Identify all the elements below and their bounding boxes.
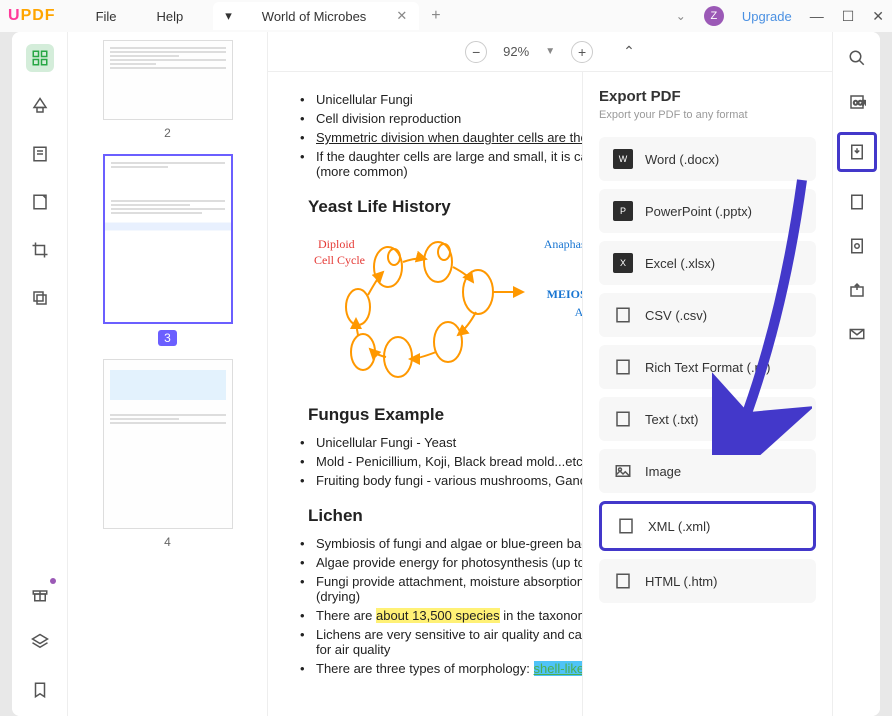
layers-icon[interactable]	[26, 628, 54, 656]
content-toolbar: − 92% ▼ + ⌃	[268, 32, 832, 72]
right-toolbar: OCR	[832, 32, 880, 716]
svg-text:OCR: OCR	[853, 101, 866, 107]
thumbnail-label: 4	[164, 535, 171, 549]
main-area: 2 3 4 − 92% ▼ + ⌃ Unicellular Fungi Cell…	[12, 32, 880, 716]
close-window-icon[interactable]: ✕	[872, 8, 884, 25]
crop-tool-icon[interactable]	[26, 236, 54, 264]
titlebar: UPDF File Help ▾ World of Microbes ✕ + ⌄…	[0, 0, 892, 32]
app-logo: UPDF	[8, 7, 56, 25]
export-tool-icon[interactable]	[837, 132, 877, 172]
upgrade-link[interactable]: Upgrade	[742, 9, 792, 24]
zoom-in-button[interactable]: +	[571, 41, 593, 63]
left-toolbar	[12, 32, 68, 716]
close-icon[interactable]: ✕	[396, 8, 407, 24]
compress-icon[interactable]	[843, 232, 871, 260]
page-tool-icon[interactable]	[26, 188, 54, 216]
thumbnails-panel: 2 3 4	[68, 32, 268, 716]
yeast-diagram: Diploid Cell Cycle Anaphase I MEIOSIS AS…	[308, 227, 548, 387]
thumbnail-page-2[interactable]: 2	[80, 40, 255, 142]
content-area: − 92% ▼ + ⌃ Unicellular Fungi Cell divis…	[268, 32, 832, 716]
menu-help[interactable]: Help	[157, 9, 184, 24]
gift-icon[interactable]	[26, 580, 54, 608]
thumbnail-page-3[interactable]: 3	[80, 154, 255, 347]
menu-file[interactable]: File	[96, 9, 117, 24]
minimize-icon[interactable]: —	[810, 8, 824, 24]
thumbnails-tool-icon[interactable]	[26, 44, 54, 72]
edit-tool-icon[interactable]	[26, 140, 54, 168]
thumbnail-page-4[interactable]: 4	[80, 359, 255, 551]
export-subtitle: Export your PDF to any format	[599, 109, 816, 121]
excel-icon: X	[613, 253, 633, 273]
html-icon	[613, 571, 633, 591]
export-rtf[interactable]: Rich Text Format (.rtf)	[599, 345, 816, 389]
diagram-label: Cell Cycle	[314, 253, 365, 268]
export-html[interactable]: HTML (.htm)	[599, 559, 816, 603]
zoom-out-button[interactable]: −	[465, 41, 487, 63]
txt-icon	[613, 409, 633, 429]
export-image[interactable]: Image	[599, 449, 816, 493]
image-icon	[613, 461, 633, 481]
export-panel: Export PDF Export your PDF to any format…	[582, 72, 832, 716]
powerpoint-icon: P	[613, 201, 633, 221]
chevron-down-icon[interactable]: ⌄	[676, 9, 686, 23]
rtf-icon	[613, 357, 633, 377]
bookmark-icon[interactable]	[26, 676, 54, 704]
document-tab[interactable]: ▾ World of Microbes ✕	[213, 2, 419, 30]
maximize-icon[interactable]: ☐	[842, 8, 855, 25]
export-title: Export PDF	[599, 88, 816, 105]
thumbnail-label: 2	[164, 126, 171, 140]
add-tab-icon[interactable]: +	[431, 7, 440, 25]
copy-tool-icon[interactable]	[26, 284, 54, 312]
user-avatar[interactable]: Z	[704, 6, 724, 26]
pdfa-icon[interactable]	[843, 188, 871, 216]
tab-dropdown[interactable]: ▾	[225, 8, 232, 24]
zoom-dropdown-icon[interactable]: ▼	[545, 46, 555, 57]
search-icon[interactable]	[843, 44, 871, 72]
scroll-top-icon[interactable]: ⌃	[623, 43, 635, 60]
tab-title: World of Microbes	[262, 9, 367, 24]
export-excel[interactable]: XExcel (.xlsx)	[599, 241, 816, 285]
xml-icon	[616, 516, 636, 536]
mail-icon[interactable]	[843, 320, 871, 348]
export-powerpoint[interactable]: PPowerPoint (.pptx)	[599, 189, 816, 233]
share-icon[interactable]	[843, 276, 871, 304]
word-icon: W	[613, 149, 633, 169]
thumbnail-label: 3	[158, 330, 177, 346]
marker-tool-icon[interactable]	[26, 92, 54, 120]
ocr-icon[interactable]: OCR	[843, 88, 871, 116]
export-xml[interactable]: XML (.xml)	[599, 501, 816, 551]
diagram-label: Diploid	[318, 237, 355, 252]
export-csv[interactable]: CSV (.csv)	[599, 293, 816, 337]
csv-icon	[613, 305, 633, 325]
zoom-level: 92%	[503, 44, 529, 59]
export-txt[interactable]: Text (.txt)	[599, 397, 816, 441]
export-word[interactable]: WWord (.docx)	[599, 137, 816, 181]
